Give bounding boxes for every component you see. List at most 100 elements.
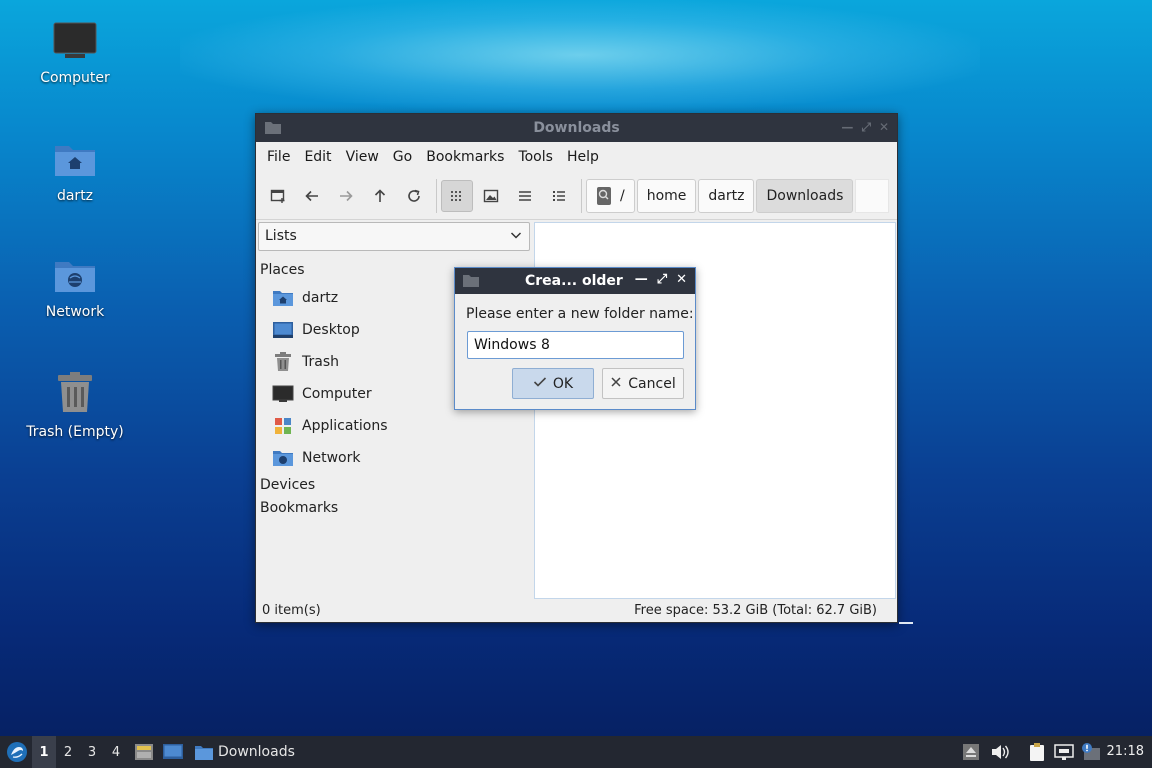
sidebar-item-applications[interactable]: Applications bbox=[272, 413, 388, 439]
tray-network-button[interactable] bbox=[1054, 736, 1074, 768]
computer-icon bbox=[272, 383, 294, 405]
sidebar-item-label: Trash bbox=[302, 354, 339, 370]
arrow-left-icon bbox=[305, 190, 318, 201]
path-segment-label: dartz bbox=[708, 187, 745, 204]
desktop-icon-network[interactable]: Network bbox=[20, 256, 130, 320]
task-downloads[interactable]: Downloads bbox=[194, 736, 295, 768]
detailed-view-button[interactable] bbox=[543, 180, 575, 212]
free-space: Free space: 53.2 GiB (Total: 62.7 GiB) bbox=[634, 603, 877, 618]
clock[interactable]: 21:18 bbox=[1107, 744, 1144, 759]
compact-view-button[interactable] bbox=[509, 180, 541, 212]
folder-icon bbox=[195, 745, 213, 760]
sidebar-item-label: Computer bbox=[302, 386, 372, 402]
folder-name-input[interactable] bbox=[467, 331, 684, 359]
tray-notification-button[interactable] bbox=[1080, 736, 1102, 768]
item-count: 0 item(s) bbox=[262, 603, 321, 618]
menu-edit[interactable]: Edit bbox=[297, 149, 338, 165]
workspace-2[interactable]: 2 bbox=[56, 736, 80, 768]
clipboard-icon bbox=[1030, 743, 1044, 761]
sidebar-item-dartz[interactable]: dartz bbox=[272, 285, 338, 311]
section-devices[interactable]: Devices bbox=[260, 477, 315, 493]
window-titlebar[interactable]: Downloads — ⤢ ✕ bbox=[256, 114, 897, 142]
start-menu-button[interactable] bbox=[4, 736, 30, 768]
path-root-button[interactable]: / bbox=[586, 178, 635, 213]
tray-clipboard-button[interactable] bbox=[1028, 736, 1046, 768]
home-folder-icon bbox=[272, 287, 294, 309]
toolbar-separator bbox=[436, 178, 437, 213]
menu-file[interactable]: File bbox=[260, 149, 297, 165]
maximize-icon[interactable]: ⤢ bbox=[657, 272, 667, 287]
desktop-icon-trash[interactable]: Trash (Empty) bbox=[20, 372, 130, 440]
path-dartz-button[interactable]: dartz bbox=[698, 178, 755, 213]
menubar: File Edit View Go Bookmarks Tools Help bbox=[256, 142, 897, 172]
taskbar: 1 2 3 4 Downloads 21:18 bbox=[0, 736, 1152, 768]
minimize-icon[interactable]: — bbox=[635, 272, 648, 287]
workspace-4[interactable]: 4 bbox=[104, 736, 128, 768]
menu-help[interactable]: Help bbox=[560, 149, 606, 165]
toolbar: / home dartz Downloads bbox=[256, 172, 897, 220]
menu-tools[interactable]: Tools bbox=[511, 149, 560, 165]
thumbnail-view-button[interactable] bbox=[475, 180, 507, 212]
path-bar-empty[interactable] bbox=[855, 178, 890, 213]
dialog-titlebar[interactable]: Crea... older — ⤢ ✕ bbox=[455, 268, 695, 294]
minimize-icon[interactable]: — bbox=[841, 120, 853, 135]
statusbar: 0 item(s) Free space: 53.2 GiB (Total: 6… bbox=[256, 600, 913, 624]
folder-icon bbox=[462, 273, 480, 292]
eject-icon bbox=[963, 744, 979, 760]
maximize-icon[interactable]: ⤢ bbox=[861, 120, 871, 135]
quicklaunch-file-manager[interactable] bbox=[134, 736, 154, 768]
drive-icon bbox=[597, 186, 611, 205]
ok-button[interactable]: OK bbox=[512, 368, 594, 399]
resize-grip[interactable] bbox=[899, 622, 913, 624]
sidebar-item-trash[interactable]: Trash bbox=[272, 349, 339, 375]
reload-button[interactable] bbox=[398, 180, 430, 212]
tray-volume-button[interactable] bbox=[990, 736, 1010, 768]
image-icon bbox=[483, 189, 499, 202]
path-home-button[interactable]: home bbox=[636, 178, 697, 213]
icon-view-button[interactable] bbox=[441, 179, 473, 212]
menu-bookmarks[interactable]: Bookmarks bbox=[419, 149, 511, 165]
create-folder-dialog: Crea... older — ⤢ ✕ Please enter a new f… bbox=[454, 267, 696, 410]
network-icon bbox=[272, 447, 294, 469]
ok-label: OK bbox=[552, 375, 574, 392]
desktop-icon-dartz[interactable]: dartz bbox=[20, 140, 130, 204]
quicklaunch-show-desktop[interactable] bbox=[162, 736, 184, 768]
trash-icon bbox=[20, 372, 130, 418]
grid-icon bbox=[451, 190, 461, 201]
close-icon[interactable]: ✕ bbox=[676, 272, 687, 287]
computer-icon bbox=[20, 22, 130, 64]
chevron-down-icon bbox=[509, 228, 523, 246]
menu-view[interactable]: View bbox=[339, 149, 386, 165]
desktop-icon-label: dartz bbox=[56, 188, 94, 204]
up-button[interactable] bbox=[364, 180, 396, 212]
sidebar-item-network[interactable]: Network bbox=[272, 445, 360, 471]
desktop-icon-computer[interactable]: Computer bbox=[20, 22, 130, 86]
window-title: Downloads bbox=[533, 120, 620, 136]
network-wired-icon bbox=[1054, 744, 1074, 760]
cancel-button[interactable]: Cancel bbox=[602, 368, 684, 399]
section-bookmarks[interactable]: Bookmarks bbox=[260, 500, 338, 516]
menu-go[interactable]: Go bbox=[386, 149, 419, 165]
sidebar-item-desktop[interactable]: Desktop bbox=[272, 317, 360, 343]
forward-button[interactable] bbox=[330, 180, 362, 212]
sidebar-item-label: dartz bbox=[302, 290, 339, 306]
toolbar-separator bbox=[581, 178, 582, 213]
new-window-button[interactable] bbox=[262, 180, 294, 212]
tray-update-button[interactable] bbox=[962, 736, 980, 768]
home-folder-icon bbox=[20, 140, 130, 182]
arrow-right-icon bbox=[340, 190, 353, 201]
sidebar-item-label: Desktop bbox=[302, 322, 360, 338]
path-downloads-button[interactable]: Downloads bbox=[756, 178, 854, 213]
dialog-prompt: Please enter a new folder name: bbox=[466, 306, 694, 322]
new-window-icon bbox=[270, 189, 285, 203]
desktop-icon-label: Network bbox=[45, 304, 105, 320]
section-places[interactable]: Places bbox=[260, 262, 305, 278]
sidebar-mode-value: Lists bbox=[265, 228, 297, 244]
workspace-3[interactable]: 3 bbox=[80, 736, 104, 768]
close-icon[interactable]: ✕ bbox=[879, 120, 889, 135]
sidebar-item-computer[interactable]: Computer bbox=[272, 381, 372, 407]
workspace-1[interactable]: 1 bbox=[32, 736, 56, 768]
back-button[interactable] bbox=[296, 180, 328, 212]
sidebar-mode-select[interactable]: Lists bbox=[258, 222, 530, 251]
cancel-label: Cancel bbox=[628, 375, 676, 392]
